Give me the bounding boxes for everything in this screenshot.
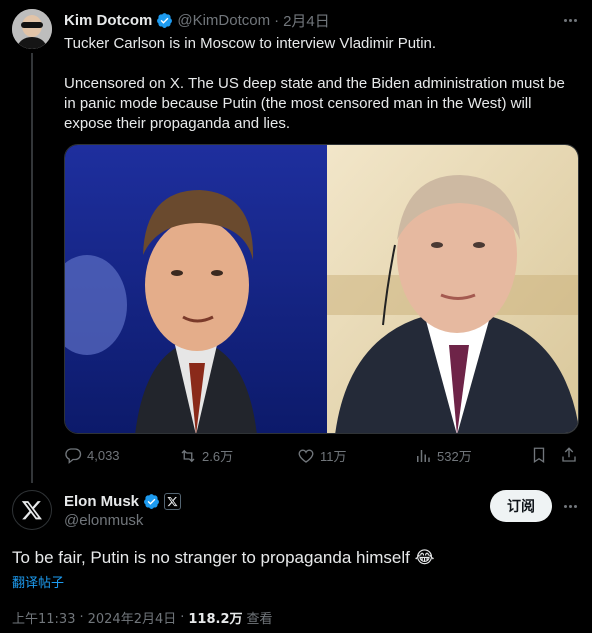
repost-icon (181, 449, 195, 462)
tweet-date[interactable]: 2024年2月4日 (88, 608, 177, 627)
views-label: 查看 (246, 612, 273, 627)
tweet-time[interactable]: 上午11:33 (12, 608, 75, 627)
tweet-date[interactable]: 2月4日 (283, 10, 330, 31)
like-icon (298, 449, 314, 463)
verified-icon (144, 493, 159, 509)
bookmark-button[interactable] (530, 446, 548, 464)
author-handle[interactable]: @elonmusk (64, 512, 143, 529)
bookmark-icon (533, 447, 545, 464)
share-icon (562, 447, 576, 462)
separator: · (274, 11, 280, 29)
tweet-paragraph: Uncensored on X. The US deep state and t… (64, 75, 565, 132)
tweet-paragraph: Tucker Carlson is in Moscow to interview… (64, 35, 437, 52)
quoted-tweet-header: Kim Dotcom @KimDotcom · 2月4日 (64, 10, 330, 30)
thread-connector-line (31, 53, 33, 483)
x-logo-icon (21, 501, 42, 520)
separator: · (180, 610, 185, 625)
view-count: 118.2万 (188, 612, 243, 627)
subscribe-button[interactable]: 订阅 (490, 490, 552, 522)
like-count: 11万 (320, 449, 347, 464)
tweet-thread-page: Kim Dotcom @KimDotcom · 2月4日 Tucker Carl… (0, 0, 592, 633)
views-icon (417, 449, 430, 462)
elon-musk-avatar[interactable] (12, 490, 52, 530)
share-button[interactable] (560, 446, 578, 464)
verified-icon (157, 12, 173, 28)
author-name[interactable]: Kim Dotcom (64, 12, 152, 29)
kim-dotcom-avatar[interactable] (12, 9, 52, 49)
main-tweet-text: To be fair, Putin is no stranger to prop… (12, 548, 435, 567)
quoted-tweet-actions: 4,033 2.6万 11万 532万 (64, 446, 580, 466)
author-name[interactable]: Elon Musk (64, 493, 139, 510)
separator: · (79, 610, 84, 625)
like-button[interactable]: 11万 (297, 446, 347, 465)
views-count: 532万 (437, 449, 472, 464)
reply-button[interactable]: 4,033 (64, 446, 120, 464)
author-handle[interactable]: @KimDotcom (177, 12, 270, 29)
reply-count: 4,033 (87, 447, 120, 463)
more-icon[interactable] (560, 10, 580, 30)
repost-count: 2.6万 (202, 449, 234, 464)
tweet-image[interactable] (64, 144, 579, 434)
views-button[interactable]: 532万 (414, 446, 472, 465)
main-tweet-header: Elon Musk (64, 491, 182, 511)
translate-post-link[interactable]: 翻译帖子 (12, 572, 64, 591)
quoted-tweet-text: Tucker Carlson is in Moscow to interview… (64, 34, 580, 154)
more-icon[interactable] (560, 496, 580, 516)
repost-button[interactable]: 2.6万 (179, 446, 233, 465)
tweet-metadata: 上午11:33 · 2024年2月4日 · 118.2万 查看 (12, 608, 273, 627)
reply-icon (65, 448, 82, 464)
x-affiliation-badge-icon[interactable] (164, 492, 182, 510)
